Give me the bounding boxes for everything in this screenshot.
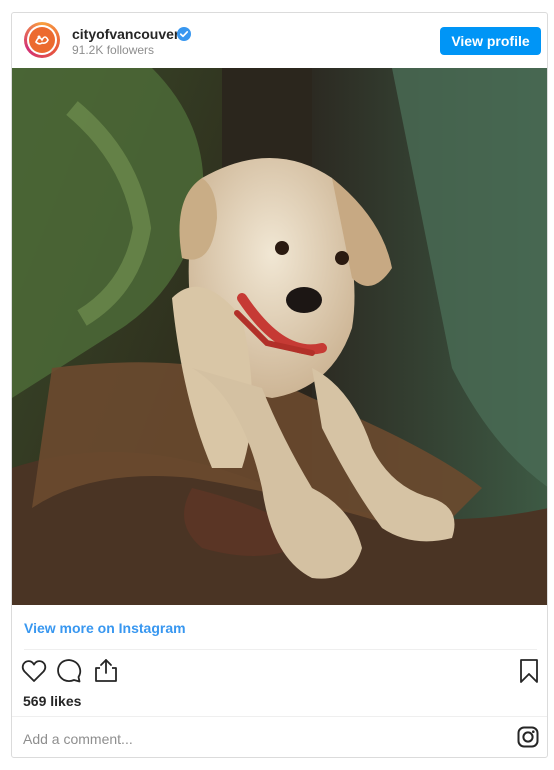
- heart-icon[interactable]: [21, 659, 47, 683]
- divider: [12, 716, 547, 717]
- instagram-embed-card: cityofvancouver 91.2K followers View pro…: [11, 12, 548, 758]
- view-more-link[interactable]: View more on Instagram: [24, 620, 186, 636]
- follower-count: 91.2K followers: [72, 43, 155, 57]
- comment-icon[interactable]: [56, 658, 82, 684]
- share-icon[interactable]: [94, 657, 118, 683]
- like-count[interactable]: 569 likes: [23, 693, 81, 709]
- add-comment-input[interactable]: Add a comment...: [23, 731, 133, 747]
- post-header: cityofvancouver 91.2K followers View pro…: [12, 13, 547, 68]
- bookmark-icon[interactable]: [519, 658, 539, 684]
- instagram-icon[interactable]: [517, 726, 539, 748]
- city-of-vancouver-logo-icon: [29, 27, 55, 53]
- username[interactable]: cityofvancouver: [72, 26, 179, 42]
- view-profile-button[interactable]: View profile: [440, 27, 541, 55]
- dog-in-tree-photo: [12, 68, 547, 605]
- divider: [24, 649, 537, 650]
- post-photo[interactable]: [12, 68, 547, 605]
- avatar[interactable]: [24, 22, 60, 58]
- verified-badge-icon: [177, 27, 191, 41]
